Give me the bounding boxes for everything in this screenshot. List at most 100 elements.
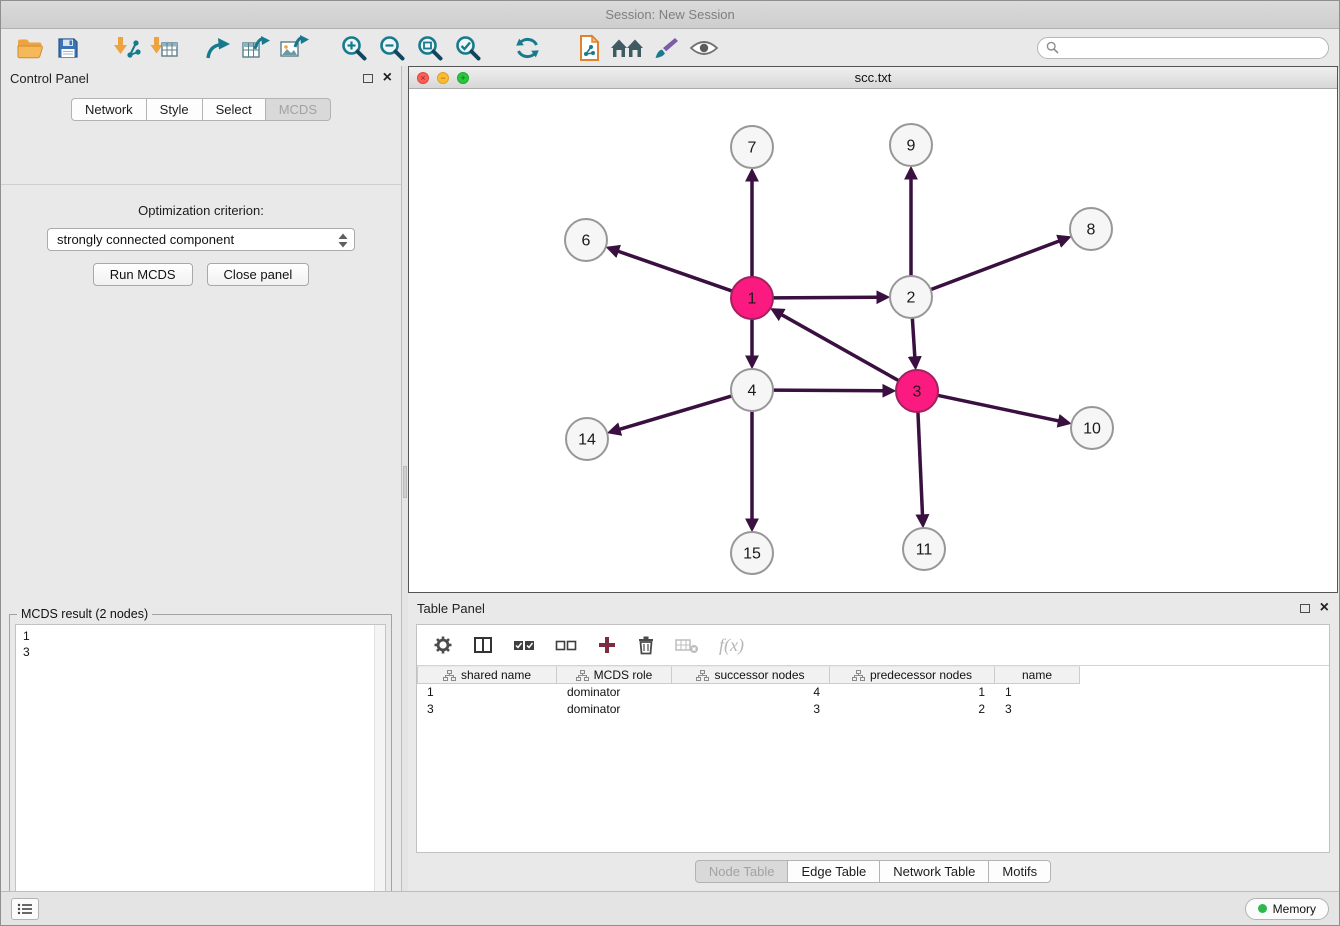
column-header-successor-nodes[interactable]: successor nodes xyxy=(672,666,830,684)
memory-button[interactable]: Memory xyxy=(1245,898,1329,920)
task-history-button[interactable] xyxy=(11,898,39,920)
import-network-button[interactable] xyxy=(107,32,145,64)
graph-edge[interactable] xyxy=(773,390,883,391)
zoom-in-button[interactable] xyxy=(335,32,373,64)
graph-node-label: 15 xyxy=(743,546,761,563)
close-window-icon[interactable]: × xyxy=(417,72,429,84)
graph-edge[interactable] xyxy=(938,395,1059,421)
table-cell[interactable]: 1 xyxy=(417,684,557,701)
table-cell[interactable]: 1 xyxy=(995,684,1080,701)
apply-style-button[interactable] xyxy=(647,32,685,64)
network-window-titlebar[interactable]: × − + scc.txt xyxy=(409,67,1337,89)
network-window-title: scc.txt xyxy=(855,70,892,85)
graph-edge[interactable] xyxy=(773,297,877,298)
graph-edge[interactable] xyxy=(912,318,914,357)
mcds-result-box[interactable]: 13 xyxy=(15,624,386,926)
zoom-selected-button[interactable] xyxy=(449,32,487,64)
delete-column-button[interactable] xyxy=(675,636,699,654)
settings-gear-icon xyxy=(433,635,453,655)
table-cell[interactable]: 1 xyxy=(830,684,995,701)
close-table-panel-icon[interactable]: × xyxy=(1320,601,1329,615)
network-view[interactable]: 7968124314101511 xyxy=(409,89,1337,592)
window-titlebar[interactable]: Session: New Session xyxy=(1,1,1339,29)
add-row-button[interactable] xyxy=(597,635,617,655)
tab-edge-table[interactable]: Edge Table xyxy=(787,860,880,883)
column-label: MCDS role xyxy=(594,668,653,682)
control-panel-title: Control Panel xyxy=(10,71,89,86)
table-cell[interactable]: dominator xyxy=(557,701,672,718)
tab-network[interactable]: Network xyxy=(71,98,147,121)
refresh-layout-button[interactable] xyxy=(509,32,547,64)
export-image-button[interactable] xyxy=(275,32,313,64)
search-field[interactable] xyxy=(1037,37,1329,59)
show-graphics-details-button[interactable] xyxy=(685,32,723,64)
graph-edge[interactable] xyxy=(620,396,732,429)
mcds-result-title: MCDS result (2 nodes) xyxy=(17,607,152,621)
minimize-window-icon[interactable]: − xyxy=(437,72,449,84)
settings-gear-button[interactable] xyxy=(433,635,453,655)
table-cell[interactable]: 4 xyxy=(672,684,830,701)
table-panel-header: Table Panel × xyxy=(408,596,1338,620)
table-cell[interactable]: 3 xyxy=(672,701,830,718)
export-image-icon xyxy=(279,35,309,61)
hide-panels-icon xyxy=(610,37,646,59)
column-header-mcds-role[interactable]: MCDS role xyxy=(557,666,672,684)
graph-node-label: 8 xyxy=(1087,222,1096,239)
float-panel-icon[interactable] xyxy=(363,74,373,83)
maximize-window-icon[interactable]: + xyxy=(457,72,469,84)
result-scrollbar[interactable] xyxy=(374,625,385,926)
graph-edge[interactable] xyxy=(618,251,732,291)
criterion-dropdown[interactable]: strongly connected component xyxy=(47,228,355,251)
graph-edge[interactable] xyxy=(782,315,899,381)
table-panel: Table Panel × xyxy=(408,596,1338,891)
splitter-grip[interactable] xyxy=(403,466,407,498)
import-table-button[interactable] xyxy=(145,32,183,64)
table-row[interactable]: 3dominator323 xyxy=(417,701,1329,718)
node-table: f(x) shared name MCDS role successor nod… xyxy=(416,624,1330,853)
close-panel-button[interactable]: Close panel xyxy=(207,263,310,286)
zoom-fit-button[interactable] xyxy=(411,32,449,64)
graph-edge[interactable] xyxy=(918,412,923,515)
search-input[interactable] xyxy=(1064,41,1320,55)
memory-status-icon xyxy=(1258,904,1267,913)
export-network-button[interactable] xyxy=(199,32,237,64)
tab-style[interactable]: Style xyxy=(146,98,203,121)
columns-button[interactable] xyxy=(473,635,493,655)
function-builder-button[interactable]: f(x) xyxy=(719,635,744,656)
column-header-name[interactable]: name xyxy=(995,666,1080,684)
open-session-button[interactable] xyxy=(11,32,49,64)
export-table-button[interactable] xyxy=(237,32,275,64)
network-graph[interactable]: 7968124314101511 xyxy=(409,89,1337,592)
select-all-button[interactable] xyxy=(513,637,535,653)
table-cell[interactable]: 2 xyxy=(830,701,995,718)
tab-network-table[interactable]: Network Table xyxy=(879,860,989,883)
float-table-panel-icon[interactable] xyxy=(1300,604,1310,613)
open-session-icon xyxy=(16,36,44,60)
column-tree-icon xyxy=(443,670,456,681)
zoom-out-button[interactable] xyxy=(373,32,411,64)
hide-panels-button[interactable] xyxy=(609,32,647,64)
table-cell[interactable]: dominator xyxy=(557,684,672,701)
tab-mcds[interactable]: MCDS xyxy=(265,98,331,121)
close-panel-icon[interactable]: × xyxy=(383,71,392,85)
zoom-selected-icon xyxy=(454,34,482,62)
open-file-button[interactable] xyxy=(571,32,609,64)
delete-row-icon xyxy=(637,635,655,655)
column-header-predecessor-nodes[interactable]: predecessor nodes xyxy=(830,666,995,684)
import-table-icon xyxy=(149,35,179,61)
run-mcds-button[interactable]: Run MCDS xyxy=(93,263,193,286)
deselect-all-button[interactable] xyxy=(555,637,577,653)
table-cell[interactable]: 3 xyxy=(995,701,1080,718)
delete-row-button[interactable] xyxy=(637,635,655,655)
table-row[interactable]: 1dominator411 xyxy=(417,684,1329,701)
task-list-icon xyxy=(17,903,33,915)
tab-node-table[interactable]: Node Table xyxy=(695,860,789,883)
table-cell[interactable]: 3 xyxy=(417,701,557,718)
tab-motifs[interactable]: Motifs xyxy=(988,860,1051,883)
graph-edge[interactable] xyxy=(931,241,1060,290)
graph-node-label: 14 xyxy=(578,432,596,449)
save-session-button[interactable] xyxy=(49,32,87,64)
memory-label: Memory xyxy=(1273,902,1316,916)
column-header-shared-name[interactable]: shared name xyxy=(417,666,557,684)
tab-select[interactable]: Select xyxy=(202,98,266,121)
